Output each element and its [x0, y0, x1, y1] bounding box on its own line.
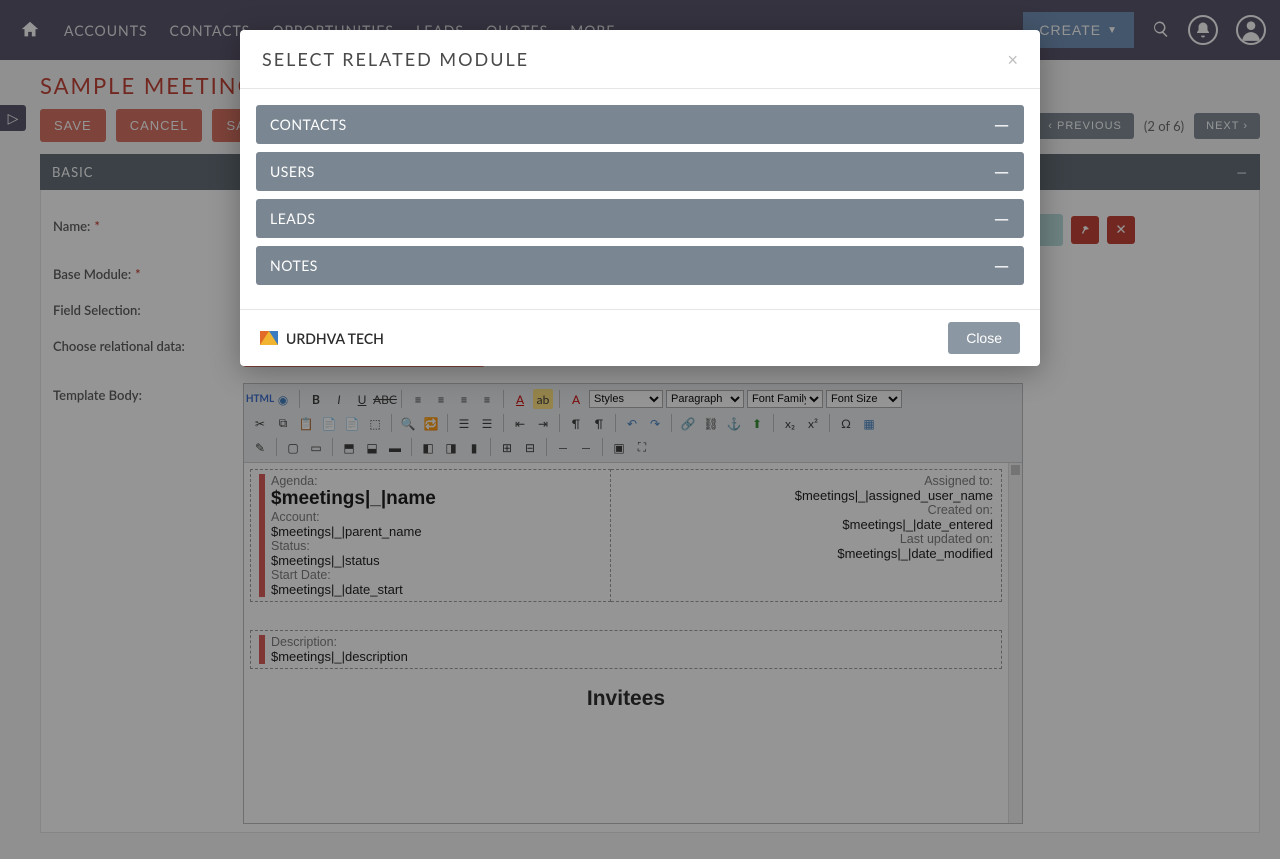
module-row-notes[interactable]: NOTES—: [256, 246, 1024, 285]
modal-close-button[interactable]: Close: [948, 322, 1020, 354]
module-row-users[interactable]: USERS—: [256, 152, 1024, 191]
modal-title: SELECT RELATED MODULE: [262, 48, 529, 70]
minus-icon: —: [994, 214, 1010, 224]
select-related-module-modal: SELECT RELATED MODULE × CONTACTS— USERS—…: [240, 30, 1040, 366]
module-row-contacts[interactable]: CONTACTS—: [256, 105, 1024, 144]
vendor-logo: URDHVA TECH: [260, 330, 384, 347]
module-row-leads[interactable]: LEADS—: [256, 199, 1024, 238]
minus-icon: —: [994, 120, 1010, 130]
minus-icon: —: [994, 261, 1010, 271]
modal-overlay: SELECT RELATED MODULE × CONTACTS— USERS—…: [0, 0, 1280, 859]
minus-icon: —: [994, 167, 1010, 177]
logo-icon: [260, 331, 278, 345]
modal-close-x-icon[interactable]: ×: [1008, 48, 1018, 70]
